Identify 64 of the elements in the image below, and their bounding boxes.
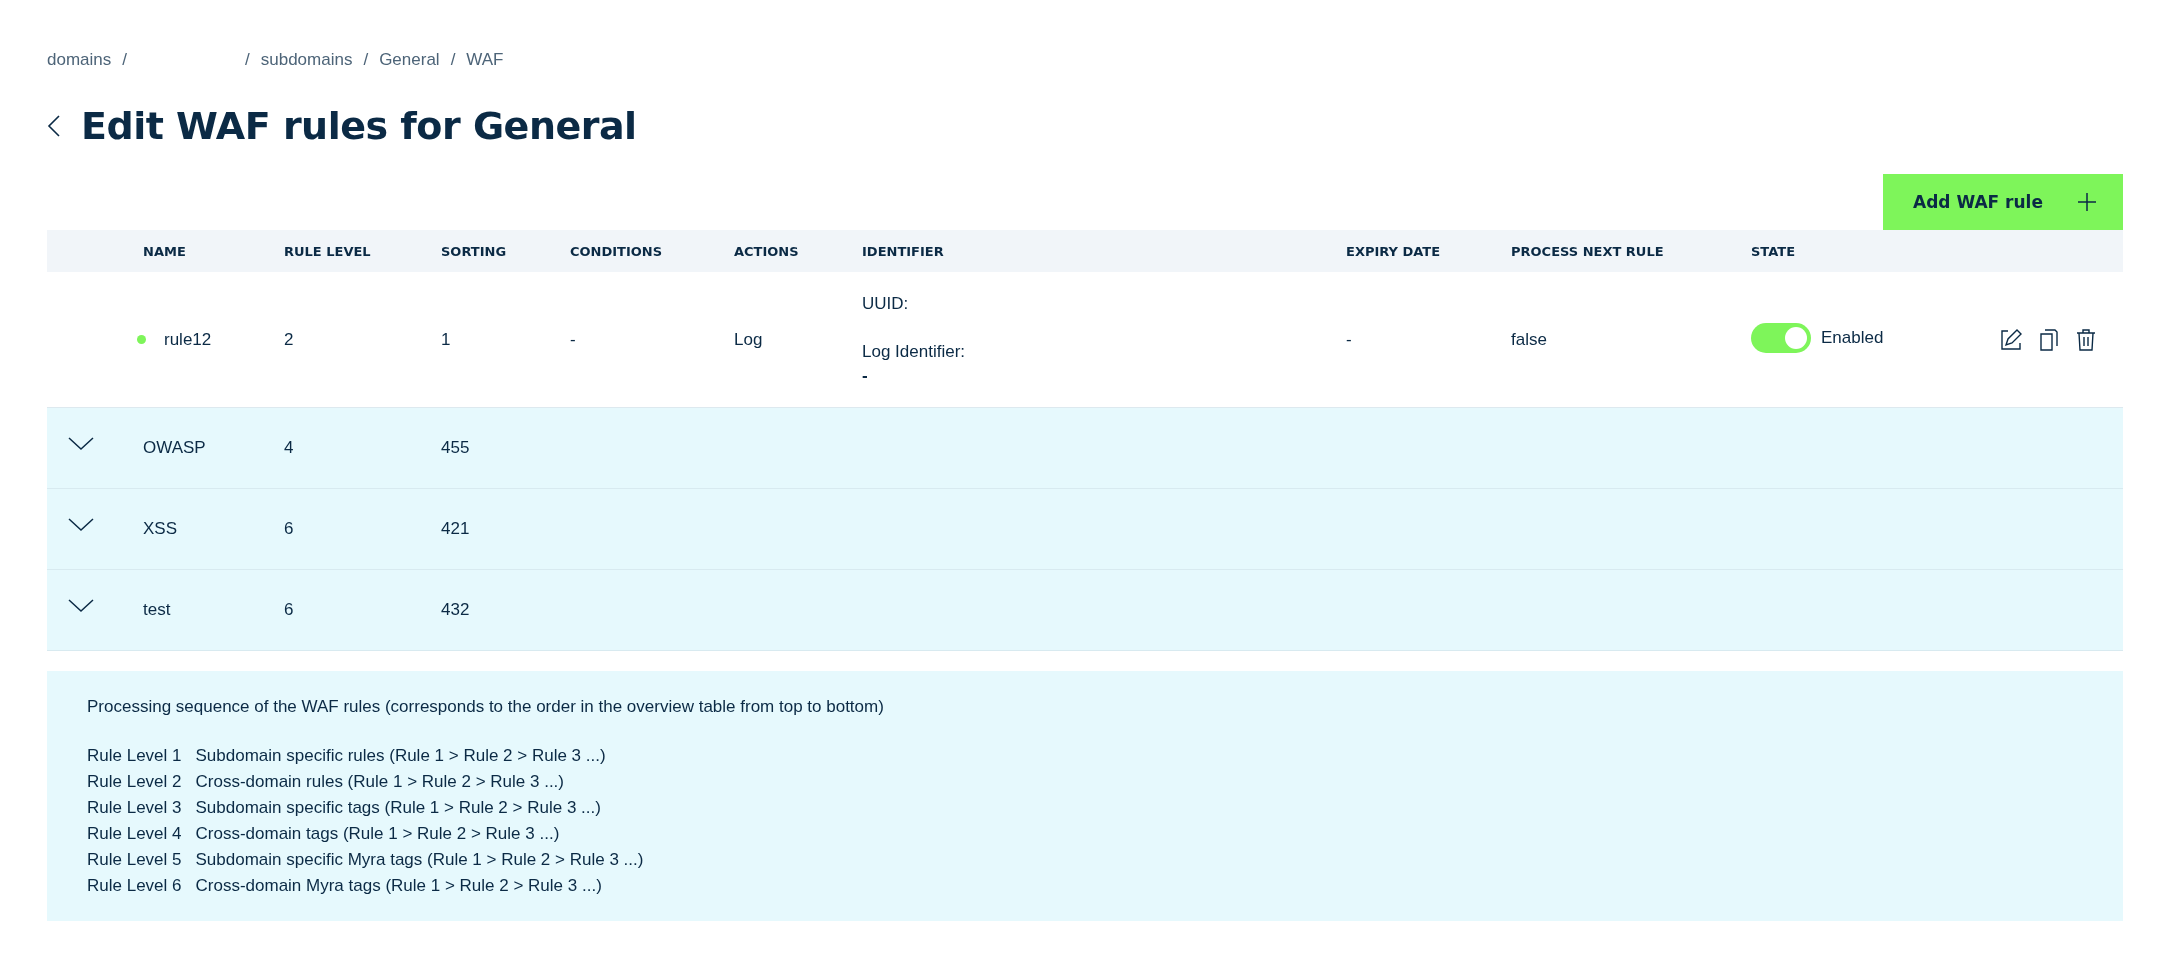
identifier-label: Log Identifier: — [862, 341, 966, 362]
column-header: CONDITIONS — [570, 243, 664, 259]
table-cell-text: XSS — [143, 519, 179, 539]
rule-level-description: Cross-domain tags (Rule 1 > Rule 2 > Rule 3 ...) — [195, 823, 560, 845]
breadcrumb-separator: / — [450, 50, 456, 70]
rule-level-description: Subdomain specific tags (Rule 1 > Rule 2 > Rule 3 ...) — [195, 797, 601, 819]
column-header: PROCESS NEXT RULE — [1511, 243, 1665, 259]
rule-level-label: Rule Level 6 — [87, 875, 182, 897]
table-cell-text: 432 — [441, 600, 471, 620]
rule-group-row[interactable]: OWASP 4 455 — [47, 408, 2123, 489]
table-cell-text: Log — [734, 329, 764, 350]
rule-level-label: Rule Level 3 — [87, 797, 182, 819]
table-cell-text: OWASP — [143, 438, 207, 458]
state-toggle[interactable] — [1751, 322, 1811, 353]
table-cell-text: 2 — [284, 329, 295, 350]
rule-level-description: Subdomain specific rules (Rule 1 > Rule 2 > Rule 3 ...) — [195, 745, 606, 767]
breadcrumb-link[interactable]: subdomains — [260, 50, 353, 70]
table-cell: rule12 — [164, 329, 212, 350]
column-header: RULE LEVEL — [284, 243, 372, 259]
column-header: SORTING — [441, 243, 508, 259]
info-text: Processing sequence of the WAF rules (corresponds to the order in the overview table from top to bottom) — [87, 697, 885, 717]
table-cell-text: 4 — [284, 438, 295, 458]
breadcrumb-link[interactable]: domains — [47, 50, 112, 70]
rule-level-label: Rule Level 5 — [87, 849, 182, 871]
chevron-icon[interactable] — [68, 599, 94, 613]
plus-icon — [2077, 192, 2097, 212]
page-title: Edit WAF rules for General — [81, 104, 637, 148]
rule-level-description: Cross-domain Myra tags (Rule 1 > Rule 2 > Rule 3 ...) — [195, 875, 602, 897]
column-header: EXPIRY DATE — [1346, 243, 1442, 259]
chevron-icon[interactable] — [68, 437, 94, 451]
table-cell-text: 421 — [441, 519, 471, 539]
table-cell-text: 1 — [441, 329, 452, 350]
chevron-icon[interactable] — [68, 518, 94, 532]
table-cell-text: 6 — [284, 519, 295, 539]
rule-group-row[interactable]: XSS 6 421 — [47, 489, 2123, 570]
back-icon[interactable] — [47, 114, 61, 138]
rule-level-label: Rule Level 4 — [87, 823, 182, 845]
table-cell-text: 6 — [284, 600, 295, 620]
rule-level-description: Subdomain specific Myra tags (Rule 1 > Rule 2 > Rule 3 ...) — [195, 849, 644, 871]
identifier-label: UUID: — [862, 293, 910, 314]
column-header: STATE — [1751, 243, 1797, 259]
identifier-value: - — [862, 365, 869, 386]
rule-level-description: Cross-domain rules (Rule 1 > Rule 2 > Rule 3 ...) — [195, 771, 564, 793]
table-cell-text: test — [143, 600, 172, 620]
breadcrumb-separator: / — [245, 50, 250, 70]
state-label: Enabled — [1821, 327, 1884, 348]
rule-level-label: Rule Level 2 — [87, 771, 182, 793]
rule-level-label: Rule Level 1 — [87, 745, 182, 767]
breadcrumb-current: WAF — [466, 50, 504, 70]
breadcrumb-link[interactable]: General — [379, 50, 440, 70]
column-header: NAME — [143, 243, 187, 259]
table-cell-text: - — [570, 329, 577, 350]
rule-group-row[interactable]: test 6 432 — [47, 570, 2123, 651]
table-cell-text: 455 — [441, 438, 471, 458]
table-cell-text: false — [1511, 329, 1548, 350]
table-cell-text: - — [1346, 329, 1353, 350]
breadcrumb-separator: / — [122, 50, 127, 70]
copy-icon[interactable] — [2040, 328, 2058, 351]
column-header: IDENTIFIER — [862, 243, 945, 259]
delete-icon[interactable] — [2076, 328, 2096, 351]
breadcrumb-separator: / — [363, 50, 369, 70]
column-header: ACTIONS — [734, 243, 800, 259]
edit-icon[interactable] — [2000, 328, 2022, 351]
add-rule-button[interactable]: Add WAF rule — [1883, 174, 2123, 230]
